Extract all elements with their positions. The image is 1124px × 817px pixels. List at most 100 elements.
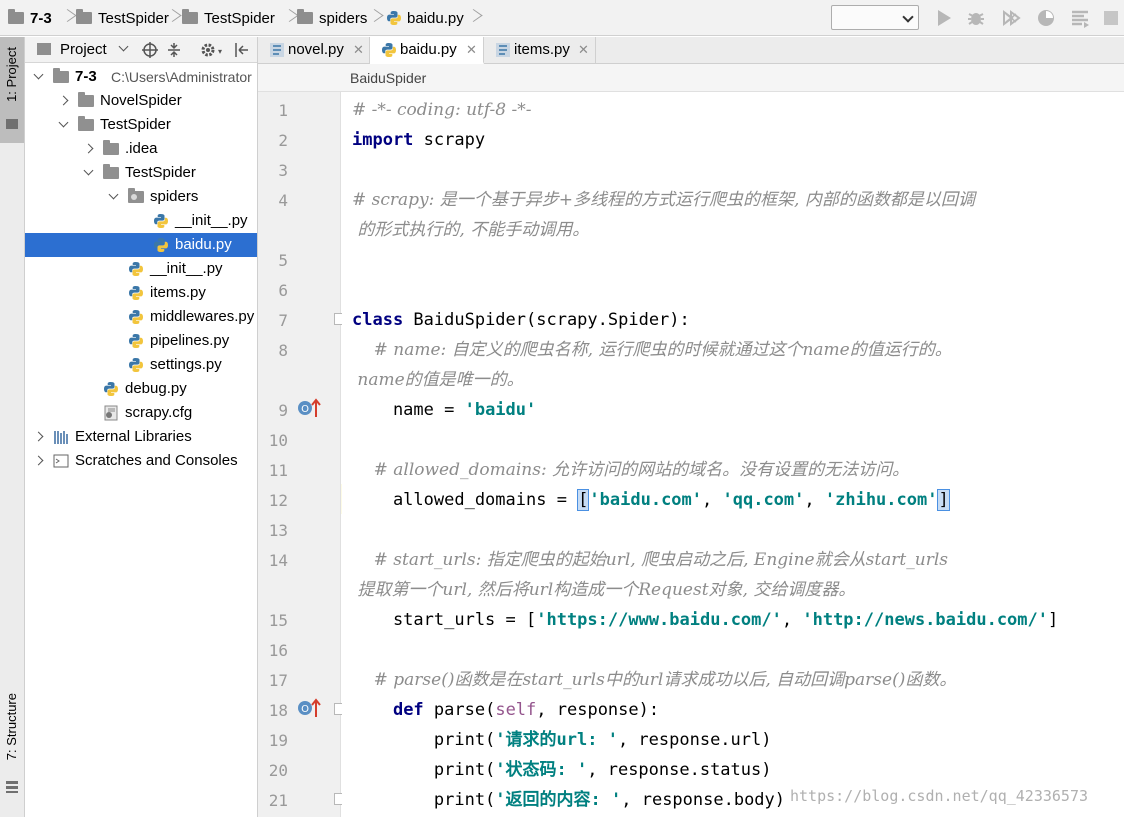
python-file-icon [129,310,143,324]
line-number: 8 [278,341,288,360]
tree-item-label: .idea [125,140,158,157]
override-icon[interactable]: O [296,697,322,719]
project-tool-tab[interactable]: 1: Project [0,37,24,143]
tab-label: baidu.py [400,41,457,58]
tree-item-label: scrapy.cfg [125,404,193,421]
breadcrumb-label: 7-3 [30,9,52,27]
gear-dropdown-icon[interactable]: ▾ [218,47,222,56]
breadcrumb-project[interactable]: 7-3 [8,6,52,30]
tree-item-label: TestSpider [125,164,196,181]
folder-icon [76,9,92,24]
tree-item[interactable]: External Libraries [25,425,257,449]
close-icon[interactable]: ✕ [353,37,364,63]
concurrency-icon[interactable] [1070,8,1090,28]
tree-item[interactable]: TestSpider [25,161,257,185]
tree-item[interactable]: spiders [25,185,257,209]
chevron-right-icon[interactable] [33,431,44,442]
tree-item-label: TestSpider [100,116,171,133]
line-number: 6 [278,281,288,300]
tree-item[interactable]: .idea [25,137,257,161]
breadcrumb-file[interactable]: baidu.py [386,6,464,30]
navigation-bar: 7-3 TestSpider TestSpider spiders baidu.… [0,0,1124,36]
panel-title[interactable]: Project [60,41,107,58]
code-editor[interactable]: # -*- coding: utf-8 -*- import scrapy # … [342,92,1124,817]
breadcrumb-testspider-inner[interactable]: TestSpider [182,6,275,30]
line-number: 11 [268,461,288,480]
tab-items-py[interactable]: items.py ✕ [484,37,596,64]
code-line-14: # start_urls: 指定爬虫的起始url, 爬虫启动之后, Engine… [352,550,948,570]
tree-item-label: __init__.py [175,212,248,229]
svg-text:O: O [301,704,309,715]
tree-item[interactable]: pipelines.py [25,329,257,353]
tree-item[interactable]: NovelSpider [25,89,257,113]
svg-text:O: O [301,404,309,415]
project-icon [37,43,51,55]
python-file-icon [154,214,168,228]
tree-item[interactable]: baidu.py [25,233,257,257]
profile-icon[interactable] [1036,8,1056,28]
chevron-down-icon[interactable] [33,69,44,80]
code-line-11: # allowed_domains: 允许访问的网站的域名。没有设置的无法访问。 [352,460,910,480]
tool-window-strip: 1: Project 7: Structure [0,37,25,817]
tree-item-path: C:\Users\Administrator [111,69,252,85]
watermark: https://blog.csdn.net/qq_42336573 [790,787,1089,805]
python-file-icon [387,11,401,25]
tree-item[interactable]: __init__.py [25,257,257,281]
stop-icon[interactable] [1101,8,1121,28]
project-panel-header: Project ▾ [25,37,257,63]
run-icon[interactable] [934,8,954,28]
tree-item[interactable]: debug.py [25,377,257,401]
structure-icon [6,781,18,793]
tree-item[interactable]: 7-3 C:\Users\Administrator [25,65,257,89]
chevron-down-icon[interactable] [118,41,129,52]
tab-novel-py[interactable]: novel.py ✕ [258,37,370,64]
code-line-12: allowed_domains = ['baidu.com', 'qq.com'… [352,489,950,511]
close-icon[interactable]: ✕ [466,37,477,63]
gear-icon[interactable] [200,42,216,58]
tree-item[interactable]: Scratches and Consoles [25,449,257,473]
breadcrumb-testspider[interactable]: TestSpider [76,6,169,30]
override-icon[interactable]: O [296,397,322,419]
code-breadcrumb[interactable]: BaiduSpider [350,70,426,86]
coverage-icon[interactable] [1002,8,1022,28]
chevron-down-icon[interactable] [108,189,119,200]
tree-item[interactable]: __init__.py [25,209,257,233]
code-line-17: # parse()函数是在start_urls中的url请求成功以后, 自动回调… [352,670,957,690]
structure-tool-tab[interactable]: 7: Structure [0,687,24,797]
line-number: 2 [278,131,288,150]
chevron-right-icon[interactable] [33,455,44,466]
debug-icon[interactable] [966,8,986,28]
chevron-down-icon[interactable] [58,117,69,128]
breadcrumb-spiders[interactable]: spiders [297,6,367,30]
line-number: 18 [268,701,288,720]
collapse-all-icon[interactable] [166,42,182,58]
tree-item[interactable]: middlewares.py [25,305,257,329]
tab-baidu-py[interactable]: baidu.py ✕ [370,37,484,64]
line-number: 20 [268,761,288,780]
code-line-1: # -*- coding: utf-8 -*- [352,100,532,120]
python-file-icon [129,334,143,348]
breadcrumb-label: spiders [319,9,368,27]
run-configuration-select[interactable] [831,5,919,30]
tree-item[interactable]: settings.py [25,353,257,377]
chevron-down-icon[interactable] [83,165,94,176]
code-line-2: import scrapy [352,130,486,150]
line-number: 15 [268,611,288,630]
line-number: 13 [268,521,288,540]
hide-panel-icon[interactable] [234,42,250,58]
package-icon [128,188,144,203]
tab-label: novel.py [288,41,344,58]
chevron-right-icon[interactable] [58,95,69,106]
locate-icon[interactable] [142,42,158,58]
tree-item[interactable]: scrapy.cfg [25,401,257,425]
chevron-right-icon[interactable] [83,143,94,154]
close-icon[interactable]: ✕ [578,37,589,63]
library-icon [54,431,68,444]
tree-item-label: spiders [150,188,199,205]
code-line-18: def parse(self, response): [392,700,660,720]
code-line-19: print('请求的url: ', response.url) [352,730,772,750]
breadcrumb-label: baidu.py [407,9,464,27]
editor-tab-bar: novel.py ✕ baidu.py ✕ items.py ✕ [258,37,1124,64]
tree-item[interactable]: items.py [25,281,257,305]
tree-item[interactable]: TestSpider [25,113,257,137]
